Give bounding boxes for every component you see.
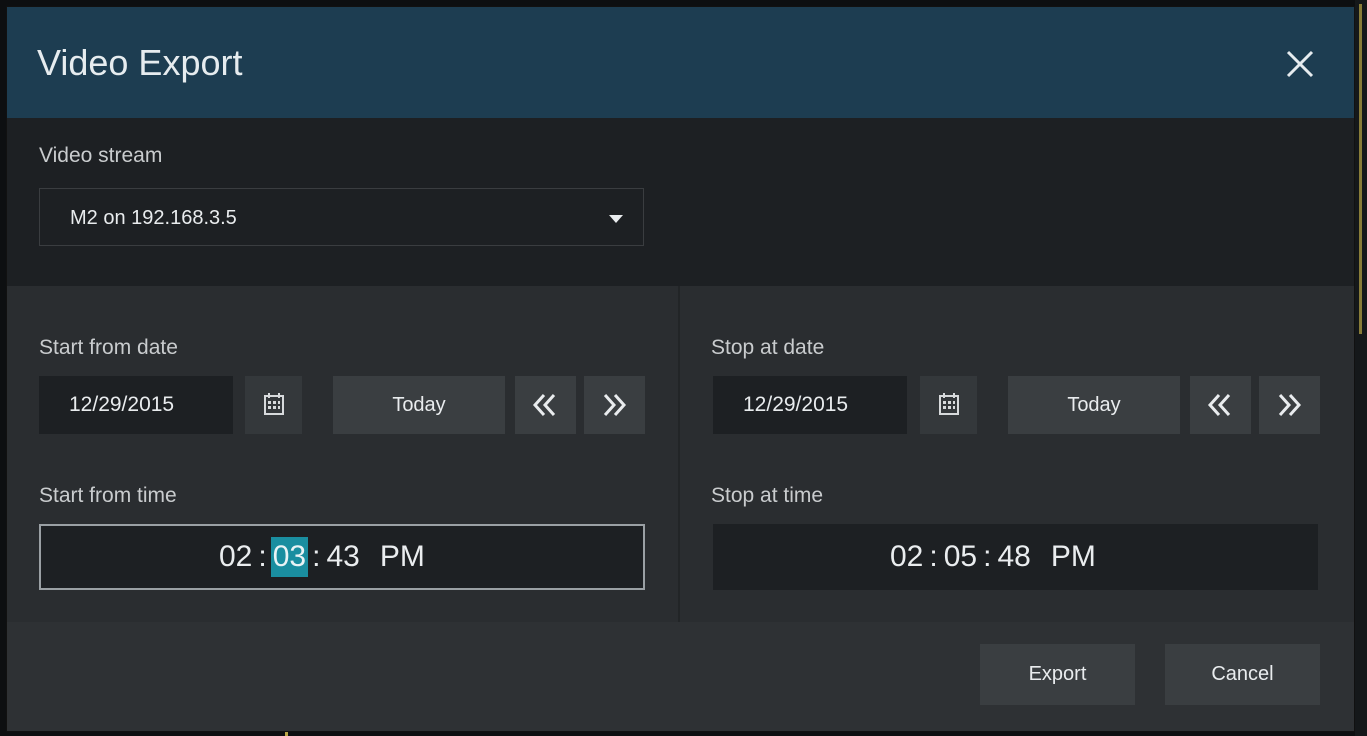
column-divider: [678, 286, 680, 622]
stop-minute-segment[interactable]: 05: [942, 537, 979, 577]
stop-prev-day-button[interactable]: [1190, 376, 1251, 434]
calendar-icon: [264, 393, 284, 415]
stop-date-label: Stop at date: [711, 336, 825, 359]
time-separator: :: [258, 540, 267, 573]
stop-hour-segment[interactable]: 02: [888, 537, 925, 577]
stop-today-button[interactable]: Today: [1008, 376, 1180, 434]
video-export-dialog: Video Export Video stream M2 on 192.168.…: [6, 6, 1355, 732]
start-date-input[interactable]: 12/29/2015: [39, 376, 233, 434]
double-chevron-right-icon: [1278, 393, 1302, 417]
close-icon[interactable]: [1283, 47, 1317, 81]
chevron-down-icon: [609, 215, 623, 223]
start-hour-segment[interactable]: 02: [217, 537, 254, 577]
start-prev-day-button[interactable]: [515, 376, 576, 434]
video-stream-select[interactable]: M2 on 192.168.3.5: [39, 188, 644, 246]
dialog-title: Video Export: [37, 42, 243, 83]
start-today-label: Today: [392, 394, 446, 416]
stop-ampm-segment[interactable]: PM: [1051, 540, 1096, 574]
stop-next-day-button[interactable]: [1259, 376, 1320, 434]
stop-second-segment[interactable]: 48: [995, 537, 1032, 577]
export-button[interactable]: Export: [980, 644, 1135, 705]
calendar-icon: [939, 393, 959, 415]
time-separator: :: [312, 540, 321, 573]
cancel-label: Cancel: [1211, 663, 1274, 685]
cancel-button[interactable]: Cancel: [1165, 644, 1320, 705]
export-label: Export: [1028, 663, 1087, 685]
time-separator: :: [983, 540, 992, 573]
stop-calendar-button[interactable]: [920, 376, 977, 434]
stop-date-input[interactable]: 12/29/2015: [713, 376, 907, 434]
dialog-footer: [7, 622, 1354, 731]
double-chevron-left-icon: [1207, 393, 1231, 417]
dialog-titlebar: Video Export: [7, 7, 1354, 118]
double-chevron-left-icon: [532, 393, 556, 417]
stop-time-label: Stop at time: [711, 484, 824, 507]
start-date-label: Start from date: [39, 336, 178, 359]
start-ampm-segment[interactable]: PM: [380, 540, 425, 574]
double-chevron-right-icon: [603, 393, 627, 417]
start-time-label: Start from time: [39, 484, 177, 507]
start-today-button[interactable]: Today: [333, 376, 505, 434]
stop-today-label: Today: [1067, 394, 1121, 416]
time-separator: :: [929, 540, 938, 573]
video-stream-label: Video stream: [39, 144, 163, 167]
start-time-input[interactable]: 02 : 03 : 43 PM: [39, 524, 645, 590]
stop-time-input[interactable]: 02 : 05 : 48 PM: [713, 524, 1318, 590]
stop-date-value: 12/29/2015: [743, 393, 849, 416]
start-date-value: 12/29/2015: [69, 393, 175, 416]
start-calendar-button[interactable]: [245, 376, 302, 434]
background-window-edge: [1355, 0, 1367, 736]
start-next-day-button[interactable]: [584, 376, 645, 434]
start-second-segment[interactable]: 43: [324, 537, 361, 577]
background-accent-line: [1359, 4, 1362, 334]
start-minute-segment[interactable]: 03: [270, 537, 309, 577]
video-stream-value: M2 on 192.168.3.5: [70, 207, 237, 229]
